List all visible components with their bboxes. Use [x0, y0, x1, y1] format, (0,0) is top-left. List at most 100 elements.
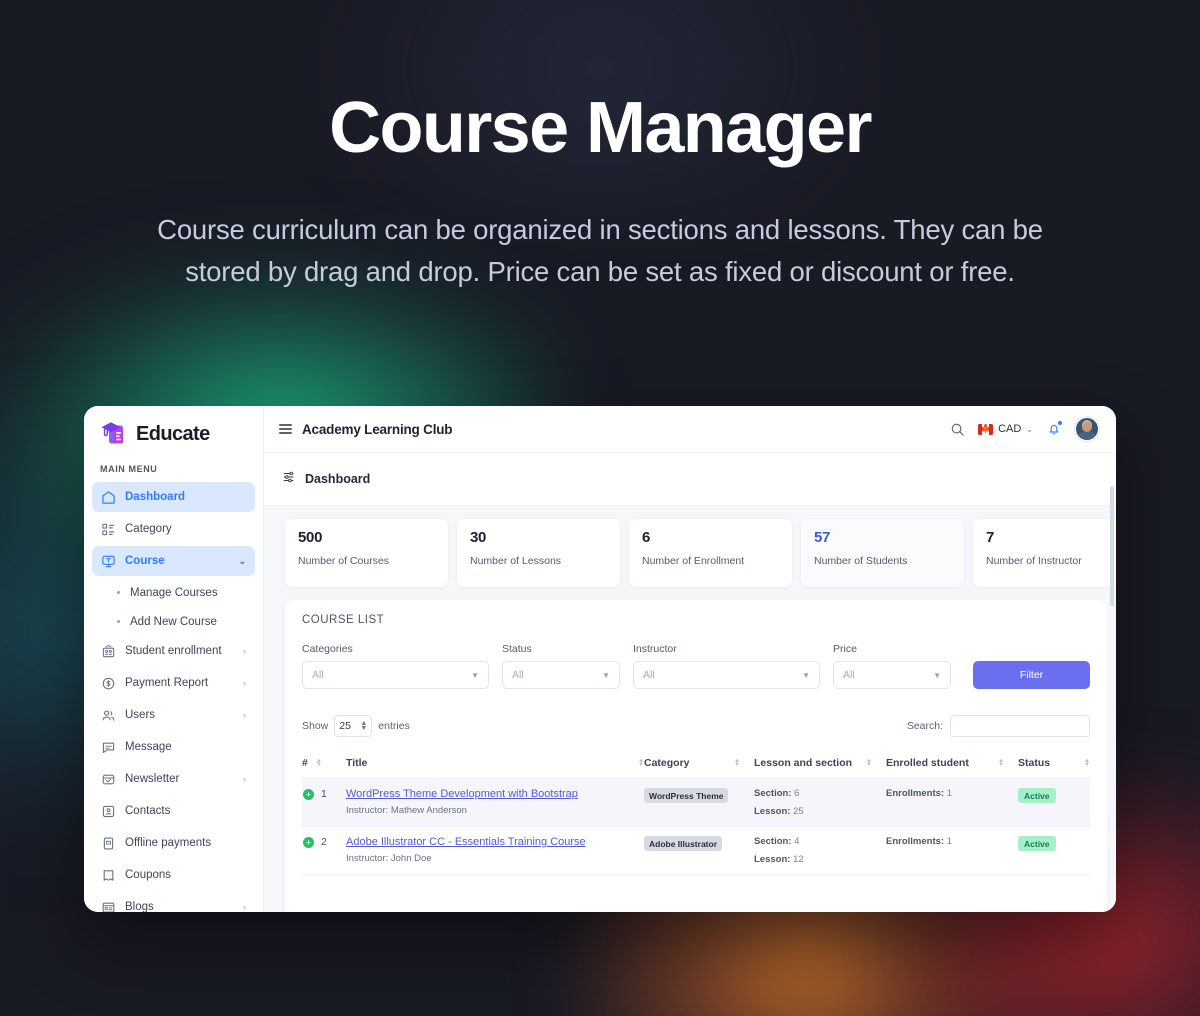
col-index-label: #	[302, 757, 308, 770]
sidebar-item-contacts[interactable]: Contacts	[92, 796, 255, 826]
status-badge: Active	[1018, 836, 1056, 852]
stat-card-courses: 500 Number of Courses	[285, 519, 448, 588]
col-lesson-section[interactable]: Lesson and section ▲ ▼	[754, 749, 886, 780]
sidebar-subitem-add-new-course[interactable]: Add New Course	[92, 607, 255, 636]
entries-stepper[interactable]: 25 ▲ ▼	[334, 715, 373, 738]
sidebar-item-category[interactable]: Category	[92, 514, 255, 544]
stat-value: 30	[470, 529, 487, 547]
sidebar-item-course[interactable]: Course ⌄	[92, 546, 255, 576]
enrollments-line: Enrollments: 1	[886, 788, 1018, 799]
sort-icon: ▲ ▼	[734, 758, 740, 769]
sidebar-item-label: Category	[125, 523, 172, 535]
chevron-down-icon: ⌄	[238, 555, 246, 566]
instructor-name: John Doe	[390, 853, 432, 865]
col-status[interactable]: Status ▲ ▼	[1018, 749, 1090, 780]
lesson-value: 12	[793, 854, 804, 866]
filter-button[interactable]: Filter	[973, 661, 1090, 690]
stat-label: Number of Courses	[298, 555, 390, 568]
enrollments-label: Enrollments:	[886, 836, 945, 848]
contact-card-icon	[101, 804, 116, 819]
course-list-title: COURSE LIST	[302, 614, 385, 627]
sidebar-item-label: Student enrollment	[125, 645, 222, 657]
course-title-link[interactable]: WordPress Theme Development with Bootstr…	[346, 788, 578, 800]
sidebar-item-newsletter[interactable]: Newsletter ›	[92, 764, 255, 794]
select-value: All	[643, 669, 655, 682]
sort-icon: ▲ ▼	[998, 758, 1004, 769]
col-category[interactable]: Category ▲ ▼	[644, 749, 754, 780]
sidebar-item-dashboard[interactable]: Dashboard	[92, 482, 255, 512]
sidebar-item-users[interactable]: Users ›	[92, 700, 255, 730]
enrollments-value: 1	[946, 836, 952, 848]
main-content: Academy Learning Club 🍁 CAD ⌄ Dashboard …	[264, 406, 1116, 912]
col-index[interactable]: # ▲ ▼	[302, 749, 346, 780]
stat-card-lessons: 30 Number of Lessons	[457, 519, 620, 588]
enrollments-value: 1	[946, 788, 952, 800]
categories-select[interactable]: All ▼	[302, 661, 489, 690]
lesson-label: Lesson:	[754, 806, 791, 818]
expand-plus-icon[interactable]: +	[303, 788, 314, 800]
course-title-link[interactable]: Adobe Illustrator CC - Essentials Traini…	[346, 836, 586, 848]
students-icon	[101, 644, 116, 659]
chevron-right-icon: ›	[243, 710, 246, 720]
table-row[interactable]: + 1 WordPress Theme Development with Boo…	[302, 778, 1090, 828]
col-enrolled-student[interactable]: Enrolled student ▲ ▼	[886, 749, 1018, 780]
instructor-label: Instructor:	[346, 805, 389, 817]
cell-lesson-section: Section: 6 Lesson: 25	[754, 778, 886, 828]
notification-bell-icon[interactable]	[1046, 421, 1062, 437]
sidebar-item-message[interactable]: Message	[92, 732, 255, 762]
stat-card-students: 57 Number of Students	[801, 519, 964, 588]
sidebar-item-coupons[interactable]: Coupons	[92, 860, 255, 890]
stats-row: 500 Number of Courses 30 Number of Lesso…	[264, 506, 1116, 588]
sidebar-item-label: Users	[125, 709, 156, 721]
chevron-down-icon: ▼	[933, 670, 941, 680]
receipt-icon	[101, 836, 116, 851]
search-input[interactable]	[950, 715, 1090, 738]
sidebar-item-label: Course	[125, 555, 165, 567]
chevron-right-icon: ›	[243, 646, 246, 656]
sliders-icon	[282, 470, 296, 489]
instructor-name: Mathew Anderson	[390, 805, 467, 817]
sidebar-item-payment-report[interactable]: Payment Report ›	[92, 668, 255, 698]
currency-value: CAD	[998, 423, 1022, 436]
vertical-scrollbar[interactable]	[1110, 486, 1114, 606]
filter-instructor: Instructor All ▼	[633, 643, 820, 690]
breadcrumb: Dashboard	[264, 453, 1116, 507]
filters-row: Categories All ▼ Status All ▼ Instructor…	[302, 643, 1090, 690]
lesson-line: Lesson: 25	[754, 806, 886, 817]
brand-name: Educate	[136, 422, 210, 445]
brand-logo[interactable]: Educate	[92, 406, 255, 460]
select-value: All	[843, 669, 855, 682]
table-row[interactable]: + 2 Adobe Illustrator CC - Essentials Tr…	[302, 826, 1090, 876]
hamburger-icon[interactable]	[279, 424, 292, 434]
cell-status: Active	[1018, 826, 1090, 876]
expand-plus-icon[interactable]: +	[303, 836, 314, 848]
sidebar-item-label: Offline payments	[125, 837, 212, 849]
sidebar-item-student-enrollment[interactable]: Student enrollment ›	[92, 636, 255, 666]
currency-selector[interactable]: 🍁 CAD ⌄	[978, 423, 1033, 435]
col-category-label: Category	[644, 757, 690, 770]
select-value: All	[312, 669, 324, 682]
cell-title: WordPress Theme Development with Bootstr…	[346, 778, 644, 828]
table-toolbar: Show 25 ▲ ▼ entries Search:	[302, 715, 1090, 738]
sidebar-subitem-manage-courses[interactable]: Manage Courses	[92, 578, 255, 607]
search-icon[interactable]	[950, 422, 965, 437]
status-select[interactable]: All ▼	[502, 661, 620, 690]
top-bar: Academy Learning Club 🍁 CAD ⌄	[264, 406, 1116, 454]
sidebar-item-offline-payments[interactable]: Offline payments	[92, 828, 255, 858]
enrollments-label: Enrollments:	[886, 788, 945, 800]
cell-index: + 1	[302, 778, 346, 828]
lesson-value: 25	[793, 806, 804, 818]
chat-bubble-icon	[101, 740, 116, 755]
graduation-cap-book-icon	[100, 420, 130, 448]
sidebar-section-label: MAIN MENU	[100, 464, 158, 474]
sidebar-item-blogs[interactable]: Blogs ›	[92, 892, 255, 912]
instructor-select[interactable]: All ▼	[633, 661, 820, 690]
table-body: + 1 WordPress Theme Development with Boo…	[302, 778, 1090, 876]
user-avatar[interactable]	[1075, 417, 1099, 442]
section-label: Section:	[754, 788, 792, 800]
col-title[interactable]: Title ▲ ▼	[346, 749, 644, 780]
page-subtitle: Course curriculum can be organized in se…	[157, 214, 1043, 287]
sidebar-item-label: Newsletter	[125, 773, 180, 785]
price-select[interactable]: All ▼	[833, 661, 951, 690]
filter-label: Status	[502, 643, 532, 656]
